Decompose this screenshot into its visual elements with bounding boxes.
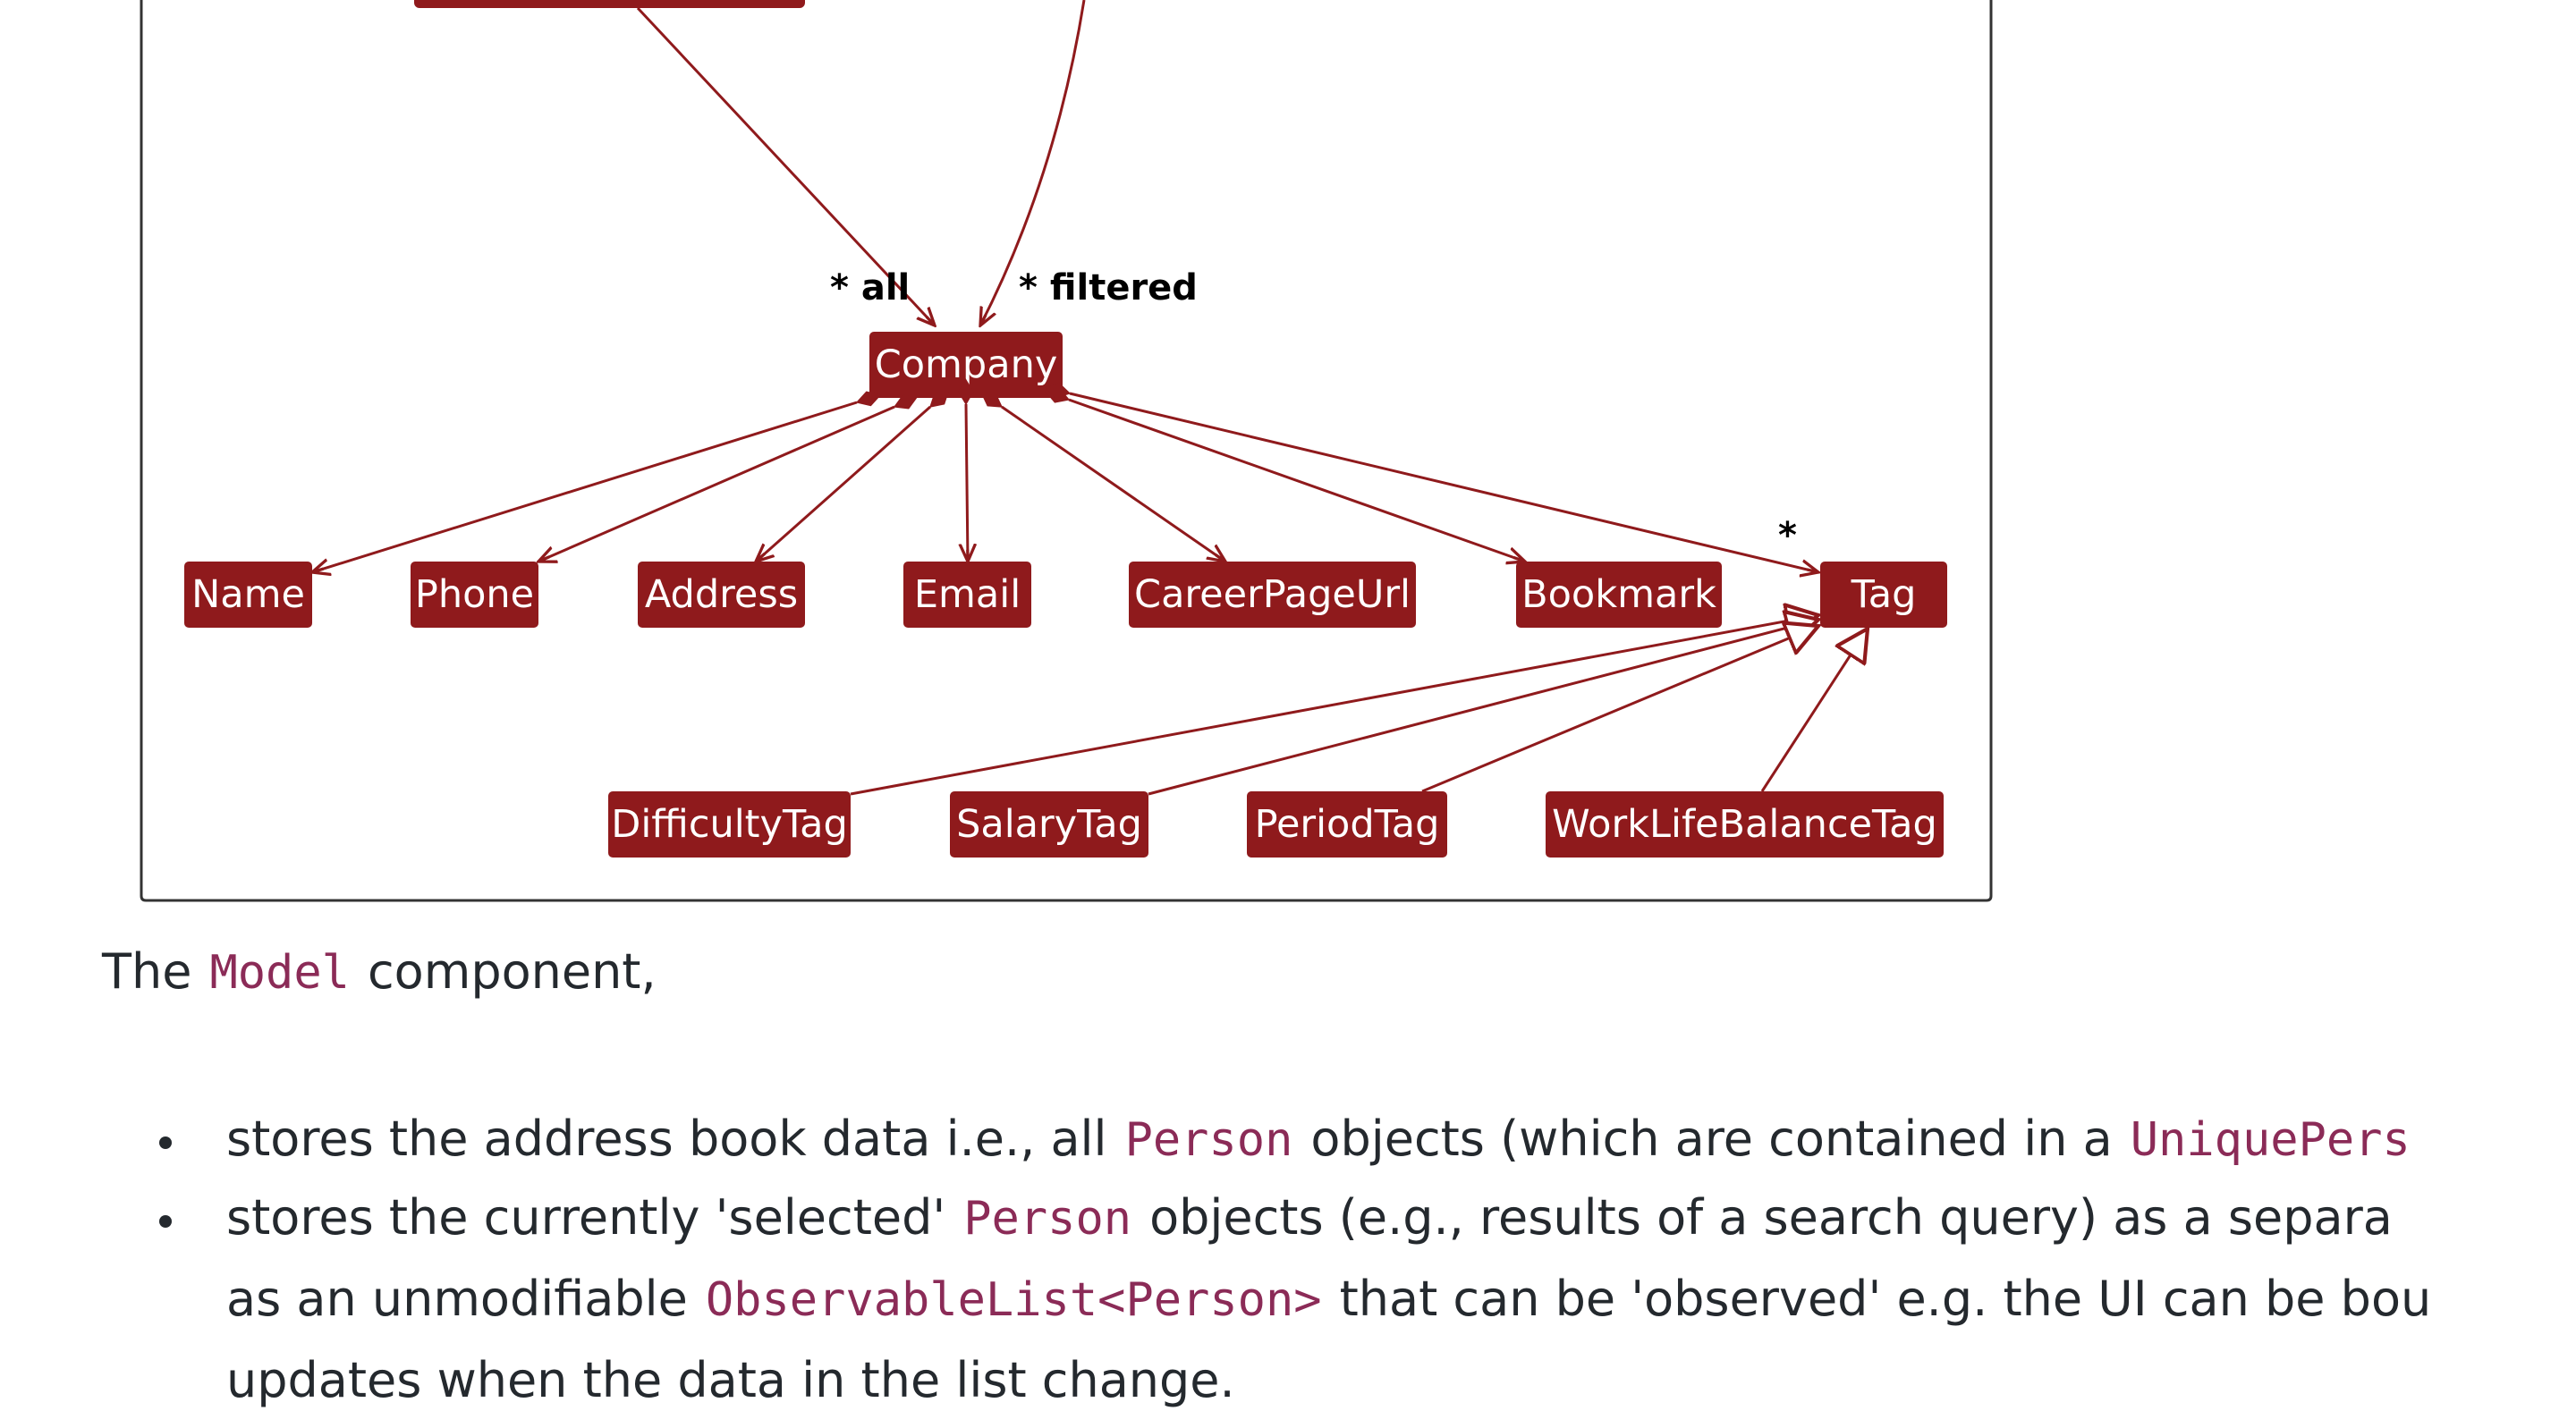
bullet-2-line-3: updates when the data in the list change… (226, 1352, 1235, 1408)
bullet-2-line-1: stores the currently 'selected' Person obj… (226, 1189, 2393, 1246)
bullet-1-line-1: stores the address book data i.e., all Pe… (226, 1111, 2428, 1167)
intro-paragraph: The Model component, (102, 943, 657, 1000)
code-model: Model (209, 946, 350, 1000)
bullet-dot (159, 1136, 172, 1149)
code-person: Person (963, 1192, 1132, 1246)
code-observablelist: ObservableList<Person> (705, 1273, 1322, 1327)
code-person: Person (1124, 1113, 1293, 1167)
bullet-text: that can be 'observed' e.g. the UI can b… (1339, 1271, 2432, 1327)
bullet-text: stores the address book data i.e., all (226, 1111, 1107, 1167)
bullet-text: stores the currently 'selected' (226, 1189, 946, 1246)
bullet-text: updates when the data in the list change… (226, 1352, 1235, 1408)
bullet-text: objects (which are contained in a (1310, 1111, 2113, 1167)
intro-text-after: component, (367, 943, 657, 1000)
intro-text-before: The (102, 943, 192, 1000)
bullet-text: objects (e.g., results of a search query… (1149, 1189, 2393, 1246)
code-uniquepersonlist: UniquePers (2130, 1113, 2411, 1167)
model-description: The Model component, stores the address bo… (0, 0, 2576, 1411)
bullet-dot (159, 1215, 172, 1228)
bullet-2-line-2: as an unmodifiable ObservableList<Person>… (226, 1271, 2431, 1327)
bullet-text: as an unmodifiable (226, 1271, 688, 1327)
